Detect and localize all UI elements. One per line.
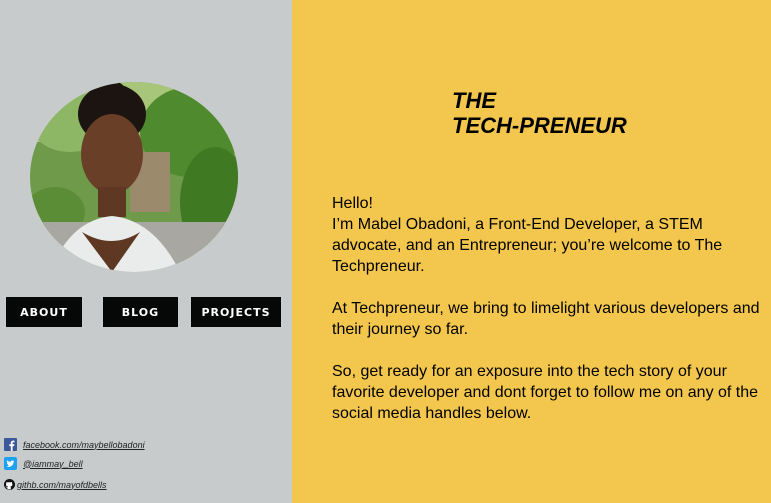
twitter-icon (4, 457, 17, 470)
blog-button[interactable]: BLOG (103, 297, 178, 327)
bio-intro: I’m Mabel Obadoni, a Front-End Developer… (332, 216, 723, 275)
facebook-link[interactable]: facebook.com/maybellobadoni (23, 440, 145, 450)
about-button[interactable]: ABOUT (6, 297, 82, 327)
github-icon (4, 479, 15, 490)
bio-text: Hello! I’m Mabel Obadoni, a Front-End De… (332, 193, 762, 445)
bio-greeting: Hello! (332, 195, 373, 212)
social-twitter[interactable]: @iammay_bell (4, 457, 83, 470)
page-title: THE TECH-PRENEUR (452, 88, 627, 138)
bio-intro-paragraph: Hello! I’m Mabel Obadoni, a Front-End De… (332, 193, 762, 277)
social-facebook[interactable]: facebook.com/maybellobadoni (4, 438, 145, 451)
bio-mission: At Techpreneur, we bring to limelight va… (332, 300, 760, 338)
title-line-2: TECH-PRENEUR (452, 113, 627, 138)
projects-button[interactable]: PROJECTS (191, 297, 281, 327)
twitter-link[interactable]: @iammay_bell (23, 459, 83, 469)
social-github[interactable]: githb.com/mayofdbells (4, 479, 107, 490)
title-line-1: THE (452, 88, 496, 113)
facebook-icon (4, 438, 17, 451)
github-link[interactable]: githb.com/mayofdbells (17, 480, 107, 490)
bio-cta: So, get ready for an exposure into the t… (332, 363, 759, 422)
profile-photo (30, 82, 238, 272)
sidebar: ABOUT BLOG PROJECTS facebook.com/maybell… (0, 0, 292, 503)
